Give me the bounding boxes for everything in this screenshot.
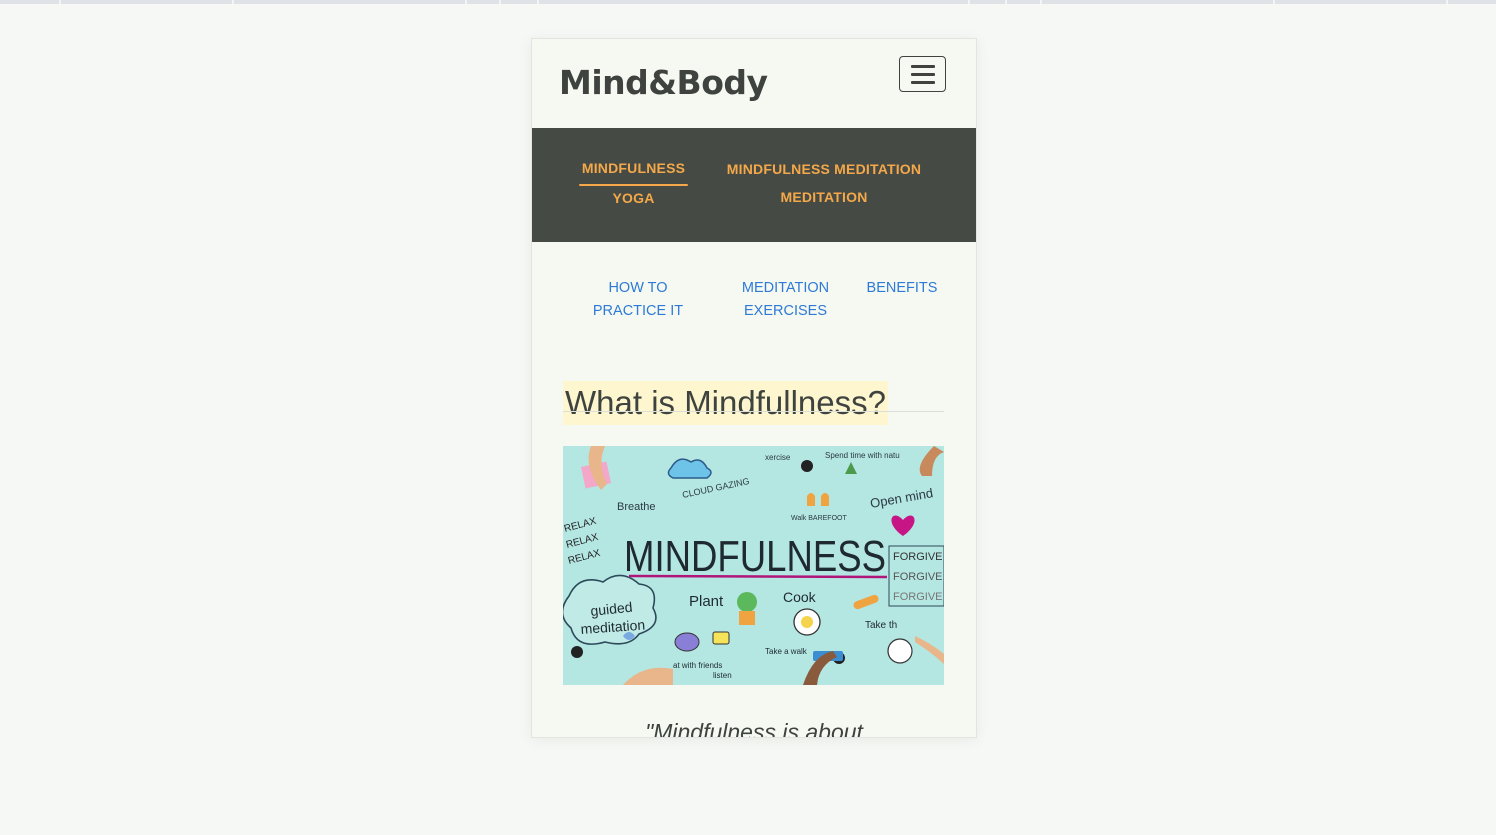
- doodle-text: Breathe: [617, 501, 656, 513]
- doodle-text: Plant: [689, 593, 724, 610]
- doodle-text: FORGIVE: [893, 551, 943, 563]
- doodle-text: Take th: [865, 620, 897, 631]
- link-how-to-practice[interactable]: HOW TO PRACTICE IT: [576, 277, 700, 323]
- link-line: PRACTICE IT: [592, 303, 684, 319]
- doodle-text: Spend time with natu: [825, 451, 900, 460]
- link-benefits[interactable]: BENEFITS: [862, 277, 942, 300]
- brand-logo[interactable]: Mind&Body: [559, 63, 768, 102]
- doodle-text: listen: [713, 671, 732, 680]
- page-title: What is Mindfullness?: [563, 381, 888, 426]
- link-line: HOW TO: [608, 280, 668, 296]
- quote-text: "Mindfulness is about: [645, 719, 863, 738]
- link-line: BENEFITS: [866, 280, 938, 296]
- doodle-text: Take a walk: [765, 647, 808, 656]
- link-line: MEDITATION: [741, 280, 830, 296]
- main-navigation: MINDFULNESS MINDFULNESS MEDITATION YOGA …: [532, 128, 976, 242]
- browser-top-strip: [0, 0, 1496, 4]
- link-line: EXERCISES: [744, 303, 827, 319]
- hamburger-icon: [910, 64, 935, 84]
- doodle-text: at with friends: [673, 661, 722, 670]
- doodle-text: Walk BAREFOOT: [791, 515, 847, 522]
- doodle-text: Cook: [783, 589, 817, 605]
- mobile-viewport: Mind&Body MINDFULNESS MINDFULNESS MEDITA…: [531, 38, 977, 738]
- doodle-text: xercise: [765, 453, 791, 462]
- mindfulness-hero-image: Breathe CLOUD GAZING xercise Spend time …: [563, 446, 944, 685]
- link-meditation-exercises[interactable]: MEDITATION EXERCISES: [722, 277, 849, 323]
- nav-item-yoga[interactable]: YOGA: [572, 190, 695, 206]
- nav-item-mindfulness-meditation[interactable]: MINDFULNESS MEDITATION: [712, 161, 936, 177]
- active-nav-underline: [579, 184, 688, 186]
- nav-item-mindfulness[interactable]: MINDFULNESS: [572, 160, 695, 176]
- site-header: Mind&Body: [532, 39, 976, 128]
- divider: [563, 411, 944, 412]
- menu-toggle-button[interactable]: [899, 56, 946, 92]
- image-main-word: MINDFULNESS: [624, 532, 886, 581]
- doodle-text: FORGIVE: [893, 571, 943, 583]
- doodle-text: FORGIVE: [893, 591, 943, 603]
- nav-item-meditation[interactable]: MEDITATION: [712, 189, 936, 205]
